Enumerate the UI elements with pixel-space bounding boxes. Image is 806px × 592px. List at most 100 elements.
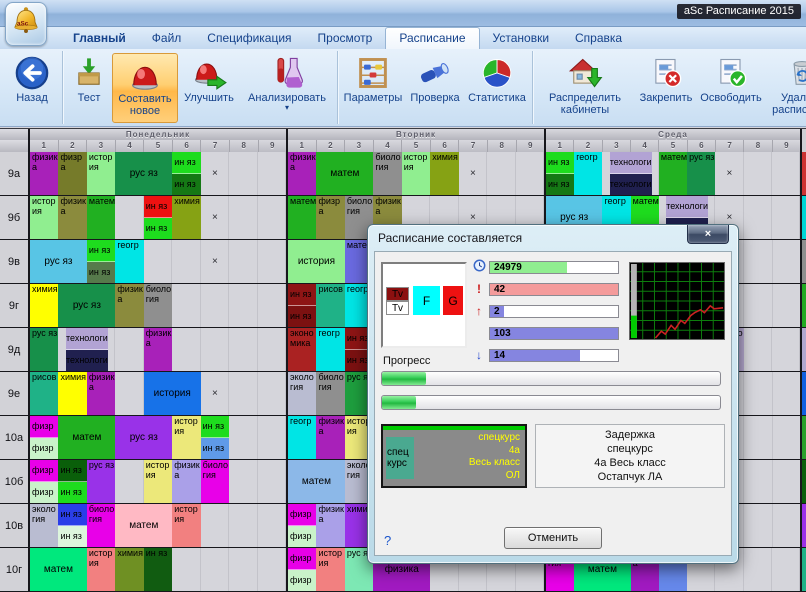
lesson-cell[interactable]: ин язин яз — [201, 416, 229, 459]
lesson-cell[interactable]: физика — [316, 416, 344, 459]
lesson-cell[interactable]: ин язин яз — [58, 504, 86, 547]
lesson-cell[interactable]: экология — [30, 504, 58, 547]
lesson-cell[interactable]: физрфизр — [288, 548, 316, 591]
lesson-cell[interactable]: химия — [430, 152, 458, 195]
back-button[interactable]: Назад — [5, 53, 59, 123]
cancel-button[interactable]: Отменить — [504, 527, 602, 549]
lesson-cell[interactable]: технологитехнологи — [602, 152, 658, 195]
lesson-cell[interactable]: ин язин яз — [144, 196, 172, 239]
row-label[interactable]: 9д — [0, 328, 28, 371]
lesson-cell[interactable]: химия — [58, 372, 86, 415]
lesson-cell[interactable]: ин язин яз — [87, 240, 115, 283]
parameters-button[interactable]: Параметры — [341, 53, 405, 123]
lesson-cell[interactable]: матем — [316, 152, 373, 195]
lesson-cell[interactable]: физика — [87, 372, 115, 415]
lesson-cell[interactable]: рисов — [30, 372, 58, 415]
assign-rooms-button[interactable]: Распределить кабинеты — [536, 53, 634, 123]
lesson-cell[interactable]: ин язин яз — [546, 152, 574, 195]
lesson-cell[interactable]: рус яз — [115, 152, 172, 195]
lesson-cell[interactable]: физика — [58, 196, 86, 239]
lesson-cell[interactable]: матем — [58, 416, 115, 459]
lesson-cell[interactable]: матем — [288, 460, 345, 503]
lesson-cell[interactable]: физра — [58, 152, 86, 195]
free-button[interactable]: Освободить — [698, 53, 764, 123]
lesson-cell[interactable]: химия — [172, 196, 200, 239]
lesson-cell[interactable]: рус яз — [30, 240, 87, 283]
lesson-cell[interactable]: история — [402, 152, 430, 195]
lesson-cell[interactable]: матем — [659, 152, 687, 195]
lesson-cell[interactable]: геогр — [316, 328, 344, 371]
check-button[interactable]: Проверка — [405, 53, 465, 123]
lesson-cell[interactable]: физика — [316, 504, 344, 547]
analyze-button[interactable]: Анализировать ▾ — [240, 53, 334, 123]
lesson-cell[interactable]: ин яз — [144, 548, 172, 591]
tab-glavny[interactable]: Главный — [60, 28, 139, 49]
lesson-cell[interactable]: история — [87, 152, 115, 195]
lesson-cell[interactable]: матем — [288, 196, 316, 239]
row-label[interactable]: 9б — [0, 196, 28, 239]
lesson-cell[interactable]: история — [288, 240, 345, 283]
lesson-cell[interactable]: рус яз — [115, 416, 172, 459]
row-label[interactable]: 9в — [0, 240, 28, 283]
lesson-cell[interactable]: физика — [115, 284, 143, 327]
generate-new-button[interactable]: Составить новое — [112, 53, 178, 123]
test-button[interactable]: Тест — [66, 53, 112, 123]
help-link[interactable]: ? — [384, 533, 391, 548]
row-label[interactable]: 10а — [0, 416, 28, 459]
lesson-cell[interactable]: рус яз — [87, 460, 115, 503]
lesson-cell[interactable]: физика — [172, 460, 200, 503]
lesson-cell[interactable]: матем — [87, 196, 115, 239]
lesson-cell[interactable]: ин язин яз — [58, 460, 86, 503]
row-label[interactable]: 9е — [0, 372, 28, 415]
lesson-cell[interactable]: физрфизр — [30, 416, 58, 459]
lesson-cell[interactable]: биология — [87, 504, 115, 547]
lesson-cell[interactable]: история — [172, 504, 200, 547]
improve-button[interactable]: Улучшить — [178, 53, 240, 123]
tab-file[interactable]: Файл — [139, 28, 195, 49]
close-button[interactable]: × — [687, 225, 729, 244]
app-logo-button[interactable]: aSc — [5, 2, 47, 46]
lesson-cell[interactable]: рус яз — [687, 152, 715, 195]
row-label[interactable]: 10в — [0, 504, 28, 547]
delete-schedule-button[interactable]: Удалить расписание — [764, 53, 806, 123]
lesson-cell[interactable]: химия — [30, 284, 58, 327]
tab-schedule[interactable]: Расписание — [385, 27, 479, 49]
lesson-cell[interactable]: история — [30, 196, 58, 239]
lesson-cell[interactable]: история — [87, 548, 115, 591]
lesson-cell[interactable]: ин язин яз — [172, 152, 200, 195]
chevron-down-icon[interactable]: ▾ — [285, 104, 289, 111]
lesson-cell[interactable]: ин язин яз — [288, 284, 316, 327]
lesson-cell[interactable]: история — [144, 372, 201, 415]
row-label[interactable]: 10г — [0, 548, 28, 591]
lesson-cell[interactable]: история — [316, 548, 344, 591]
lesson-cell[interactable]: технологитехнологи — [58, 328, 115, 371]
lesson-cell[interactable]: геогр — [288, 416, 316, 459]
statistics-button[interactable]: Статистика — [465, 53, 529, 123]
lesson-cell[interactable]: физика — [30, 152, 58, 195]
tab-help[interactable]: Справка — [562, 28, 635, 49]
tab-view[interactable]: Просмотр — [305, 28, 386, 49]
lesson-cell[interactable]: экономика — [288, 328, 316, 371]
lesson-cell[interactable]: геогр — [574, 152, 602, 195]
lesson-cell[interactable]: рус яз — [58, 284, 115, 327]
lesson-cell[interactable]: биология — [144, 284, 172, 327]
row-label[interactable]: 9а — [0, 152, 28, 195]
lesson-cell[interactable]: биология — [373, 152, 401, 195]
lesson-cell[interactable]: биология — [316, 372, 344, 415]
lesson-cell[interactable]: физика — [288, 152, 316, 195]
lesson-cell[interactable]: физрфизр — [30, 460, 58, 503]
lesson-cell[interactable]: матем — [30, 548, 87, 591]
lesson-cell[interactable]: физрфизр — [288, 504, 316, 547]
lesson-cell[interactable]: матем — [115, 504, 172, 547]
lesson-cell[interactable]: геогр — [115, 240, 143, 283]
lesson-cell[interactable]: химия — [115, 548, 143, 591]
lock-button[interactable]: Закрепить — [634, 53, 698, 123]
lesson-cell[interactable]: биология — [201, 460, 229, 503]
lesson-cell[interactable]: история — [172, 416, 200, 459]
lesson-cell[interactable]: физра — [316, 196, 344, 239]
lesson-cell[interactable]: история — [144, 460, 172, 503]
lesson-cell[interactable]: рус яз — [30, 328, 58, 371]
tab-settings[interactable]: Установки — [480, 28, 562, 49]
lesson-cell[interactable]: экология — [288, 372, 316, 415]
row-label[interactable]: 9г — [0, 284, 28, 327]
